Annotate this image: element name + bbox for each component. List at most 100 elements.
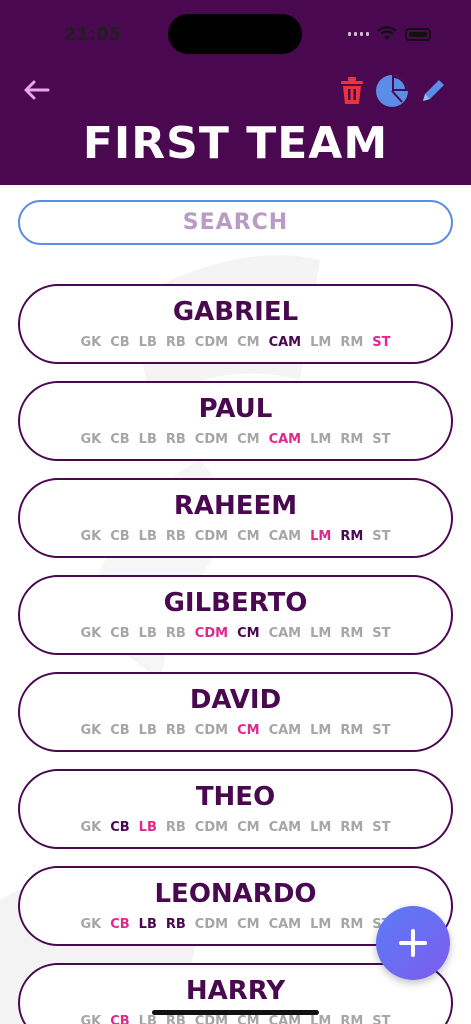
position-tag-cam: CAM [268,626,302,641]
player-name: GILBERTO [163,588,308,618]
position-tag-cm: CM [237,1014,260,1024]
add-player-button[interactable] [376,906,450,980]
position-tag-cam: CAM [268,723,302,738]
player-name: THEO [195,782,276,812]
position-tag-st: ST [372,529,391,544]
position-tags: GK CB LB RB CDM CM CAM LM RM ST [20,820,451,835]
position-tag-lm: LM [310,820,332,835]
position-tag-lb: LB [138,626,157,641]
player-name: GABRIEL [172,297,299,327]
cellular-signal-icon [348,32,369,36]
position-tag-lb: LB [138,335,157,350]
position-tag-cdm: CDM [194,529,229,544]
position-tag-rm: RM [340,1014,364,1024]
app-header: 21:05 FIRST TEAM [0,0,471,185]
player-name: RAHEEM [173,491,298,521]
position-tag-lb: LB [138,723,157,738]
position-tag-cb: CB [110,1014,130,1024]
search-placeholder: SEARCH [182,210,289,235]
player-name: PAUL [198,394,273,424]
player-card[interactable]: GILBERTO GK CB LB RB CDM CM CAM LM RM ST [18,575,453,655]
position-tag-cam: CAM [268,1014,302,1024]
position-tag-cb: CB [110,820,130,835]
player-card[interactable]: GABRIEL GK CB LB RB CDM CM CAM LM RM ST [18,284,453,364]
pie-chart-icon[interactable] [375,74,409,108]
player-card[interactable]: RAHEEM GK CB LB RB CDM CM CAM LM RM ST [18,478,453,558]
player-name: HARRY [185,976,286,1006]
position-tag-cb: CB [110,917,130,932]
back-arrow-icon[interactable] [22,78,50,102]
position-tag-rb: RB [165,1014,186,1024]
pencil-icon[interactable] [418,76,448,106]
position-tags: GK CB LB RB CDM CM CAM LM RM ST [20,626,451,641]
position-tag-rm: RM [340,529,364,544]
position-tag-rb: RB [165,917,186,932]
position-tag-rm: RM [340,335,364,350]
position-tag-st: ST [372,723,391,738]
position-tag-cam: CAM [268,335,302,350]
position-tag-cam: CAM [268,529,302,544]
position-tag-cm: CM [237,432,260,447]
position-tag-gk: GK [80,917,102,932]
position-tag-lm: LM [310,626,332,641]
position-tag-gk: GK [80,626,102,641]
position-tag-rb: RB [165,529,186,544]
position-tag-rm: RM [340,820,364,835]
position-tag-gk: GK [80,529,102,544]
position-tags: GK CB LB RB CDM CM CAM LM RM ST [20,432,451,447]
position-tag-cdm: CDM [194,1014,229,1024]
position-tag-st: ST [372,1014,391,1024]
position-tag-st: ST [372,820,391,835]
player-card[interactable]: THEO GK CB LB RB CDM CM CAM LM RM ST [18,769,453,849]
position-tag-rb: RB [165,432,186,447]
position-tag-cm: CM [237,723,260,738]
position-tag-gk: GK [80,1014,102,1024]
plus-icon [399,929,427,957]
position-tag-lm: LM [310,723,332,738]
position-tag-lb: LB [138,1014,157,1024]
position-tag-rb: RB [165,335,186,350]
position-tag-cdm: CDM [194,820,229,835]
position-tag-cm: CM [237,529,260,544]
position-tag-lm: LM [310,432,332,447]
position-tag-gk: GK [80,820,102,835]
position-tag-cm: CM [237,917,260,932]
home-indicator [152,1010,319,1015]
position-tag-cdm: CDM [194,335,229,350]
position-tag-rm: RM [340,432,364,447]
position-tag-rm: RM [340,626,364,641]
position-tag-lm: LM [310,529,332,544]
position-tag-cam: CAM [268,917,302,932]
position-tag-cm: CM [237,335,260,350]
player-card[interactable]: PAUL GK CB LB RB CDM CM CAM LM RM ST [18,381,453,461]
position-tag-st: ST [372,626,391,641]
position-tag-lm: LM [310,917,332,932]
wifi-icon [377,26,397,40]
player-name: LEONARDO [154,879,317,909]
position-tag-lb: LB [138,529,157,544]
player-list: GABRIEL GK CB LB RB CDM CM CAM LM RM ST PAUL GK CB LB R… [18,284,453,1024]
position-tag-cb: CB [110,529,130,544]
position-tag-cdm: CDM [194,917,229,932]
position-tag-cb: CB [110,335,130,350]
position-tag-cdm: CDM [194,626,229,641]
player-card[interactable]: DAVID GK CB LB RB CDM CM CAM LM RM ST [18,672,453,752]
trash-icon[interactable] [338,76,366,106]
search-input[interactable]: SEARCH [18,200,453,245]
position-tag-st: ST [372,432,391,447]
position-tag-cb: CB [110,432,130,447]
status-time: 21:05 [64,24,122,45]
position-tag-cdm: CDM [194,723,229,738]
position-tag-gk: GK [80,723,102,738]
player-name: DAVID [189,685,282,715]
position-tag-rb: RB [165,723,186,738]
position-tag-st: ST [372,335,391,350]
position-tags: GK CB LB RB CDM CM CAM LM RM ST [20,335,451,350]
position-tags: GK CB LB RB CDM CM CAM LM RM ST [20,1014,451,1024]
battery-icon [405,27,431,41]
position-tag-rm: RM [340,723,364,738]
status-icons [348,26,431,42]
position-tag-rb: RB [165,820,186,835]
position-tag-cam: CAM [268,432,302,447]
position-tag-gk: GK [80,335,102,350]
